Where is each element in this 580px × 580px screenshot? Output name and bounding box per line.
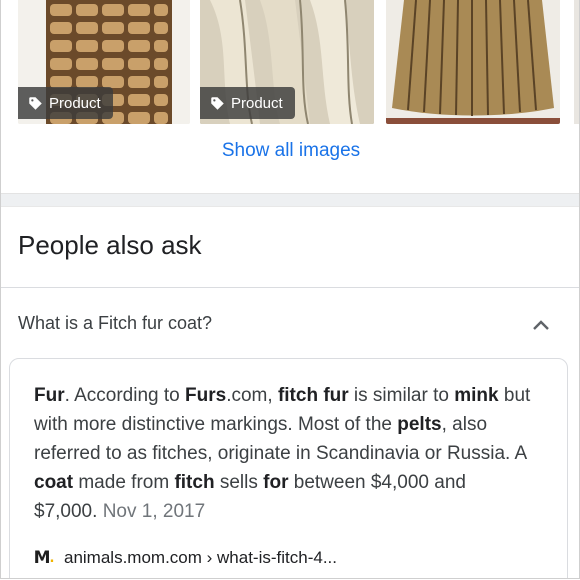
search-results-panel: Product Product Show all images People a… <box>0 0 580 579</box>
section-divider <box>1 193 579 207</box>
paa-question-text: What is a Fitch fur coat? <box>18 313 213 333</box>
answer-bold-term: mink <box>454 385 499 406</box>
answer-bold-term: for <box>263 472 289 493</box>
answer-bold-term: Furs <box>185 385 227 406</box>
paa-answer-text: Fur. According to Furs.com, fitch fur is… <box>34 381 544 526</box>
answer-text-run: made from <box>73 472 175 493</box>
favicon-dot: . <box>49 550 55 566</box>
product-badge-label: Product <box>231 94 283 112</box>
answer-bold-term: fitch <box>174 472 215 493</box>
answer-text-run: . According to <box>64 385 186 406</box>
image-thumbnail-1[interactable]: Product <box>18 0 190 124</box>
answer-bold-term: fitch fur <box>277 385 349 406</box>
source-url: animals.mom.com › what-is-fitch-4... <box>64 548 337 567</box>
product-badge: Product <box>200 87 295 119</box>
paa-answer-card: Fur. According to Furs.com, fitch fur is… <box>9 358 568 578</box>
answer-text-run: .com, <box>226 385 278 406</box>
tag-icon <box>211 96 224 110</box>
tag-icon <box>29 96 42 110</box>
image-thumbnail-2[interactable]: Product <box>200 0 374 124</box>
answer-text-run: is similar to <box>348 385 455 406</box>
product-badge: Product <box>18 87 113 119</box>
answer-text-run: sells <box>214 472 264 493</box>
image-strip: Product Product <box>1 0 579 126</box>
answer-bold-term: coat <box>34 472 74 493</box>
product-badge-label: Product <box>49 94 101 112</box>
answer-source-link[interactable]: M. animals.mom.com › what-is-fitch-4... <box>34 548 337 568</box>
show-all-images-link[interactable]: Show all images <box>1 140 579 162</box>
people-also-ask-heading: People also ask <box>18 230 202 260</box>
answer-bold-term: pelts <box>397 414 442 435</box>
fur-cape-image-3 <box>386 0 560 124</box>
image-thumbnail-3[interactable] <box>386 0 560 124</box>
next-image-edge <box>574 0 579 124</box>
answer-date: Nov 1, 2017 <box>102 501 206 522</box>
answer-bold-term: Fur <box>34 385 65 406</box>
paa-question-row[interactable]: What is a Fitch fur coat? <box>1 288 579 358</box>
site-favicon: M. <box>33 548 55 568</box>
chevron-up-icon[interactable] <box>532 319 550 331</box>
favicon-letter: M <box>33 548 51 568</box>
